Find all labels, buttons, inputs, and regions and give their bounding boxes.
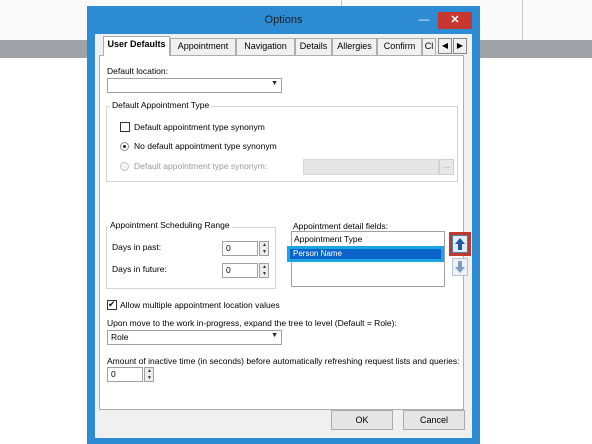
close-icon: ✕ [450,14,460,26]
chevron-down-icon: ▼ [271,332,278,339]
days-in-past-label: Days in past: [112,242,162,252]
tab-allergies[interactable]: Allergies [332,38,377,55]
close-button[interactable]: ✕ [438,12,472,29]
tab-appointment[interactable]: Appointment [170,38,236,55]
tab-user-defaults[interactable]: User Defaults [103,36,170,56]
default-synonym-label: Default appointment type synonym: [134,161,268,171]
default-location-combo[interactable]: ▼ [107,78,282,93]
tab-scroll-right-button[interactable]: ▶ [453,38,467,54]
default-appointment-type-title: Default Appointment Type [110,100,212,110]
options-dialog: Options — ✕ User Defaults Appointment Na… [87,6,480,444]
default-location-label: Default location: [107,66,168,76]
arrow-down-icon [455,261,465,273]
appointment-type-synonym-label: Default appointment type synonym [134,122,265,132]
days-in-past-input[interactable]: 0 [222,241,258,256]
arrow-down-icon: ▼ [262,249,267,255]
days-in-future-input[interactable]: 0 [222,263,258,278]
tab-clipped[interactable]: Cl [422,38,436,55]
inactive-time-stepper[interactable]: ▲ ▼ [144,367,154,382]
chevron-right-icon: ▶ [456,41,464,50]
tab-scroll-left-button[interactable]: ◀ [438,38,452,54]
arrow-down-icon: ▼ [262,271,267,277]
scheduling-range-group [106,227,276,289]
arrow-up-icon [455,238,465,250]
background-divider [522,0,523,40]
minimize-icon: — [418,14,430,26]
user-defaults-panel: Default location: ▼ Default Appointment … [99,55,471,410]
arrow-down-icon: ▼ [147,375,152,381]
expand-tree-combo[interactable]: Role ▼ [107,330,282,345]
list-item-selected[interactable]: Person Name [290,249,441,259]
dialog-client-area: User Defaults Appointment Navigation Det… [95,34,472,438]
no-default-synonym-radio[interactable] [120,142,129,151]
browse-button[interactable]: ... [439,159,454,175]
inactive-time-label: Amount of inactive time (in seconds) bef… [107,356,460,366]
ok-button[interactable]: OK [331,410,393,430]
tab-details[interactable]: Details [295,38,332,55]
arrow-up-icon: ▲ [262,242,267,248]
days-in-past-stepper[interactable]: ▲ ▼ [259,241,269,256]
chevron-down-icon: ▼ [271,80,278,87]
detail-fields-label: Appointment detail fields: [293,221,388,231]
tab-confirm[interactable]: Confirm [377,38,422,55]
expand-tree-label: Upon move to the work in-progress, expan… [107,318,397,328]
allow-multiple-locations-label: Allow multiple appointment location valu… [120,300,280,310]
minimize-button[interactable]: — [414,12,434,29]
inactive-time-input[interactable]: 0 [107,367,143,382]
cancel-button[interactable]: Cancel [403,410,465,430]
move-down-button[interactable] [452,258,468,276]
allow-multiple-locations-checkbox[interactable] [107,299,117,310]
arrow-up-icon: ▲ [262,264,267,270]
days-in-future-label: Days in future: [112,264,167,274]
days-in-future-stepper[interactable]: ▲ ▼ [259,263,269,278]
scheduling-range-title: Appointment Scheduling Range [108,220,232,230]
move-up-button[interactable] [452,235,468,253]
default-synonym-field[interactable] [303,159,439,175]
appointment-type-synonym-checkbox[interactable] [120,122,130,132]
tab-navigation[interactable]: Navigation [236,38,295,55]
list-item[interactable]: Appointment Type [294,234,362,244]
no-default-synonym-label: No default appointment type synonym [134,141,277,151]
arrow-up-icon: ▲ [147,368,152,374]
default-synonym-radio[interactable] [120,162,129,171]
